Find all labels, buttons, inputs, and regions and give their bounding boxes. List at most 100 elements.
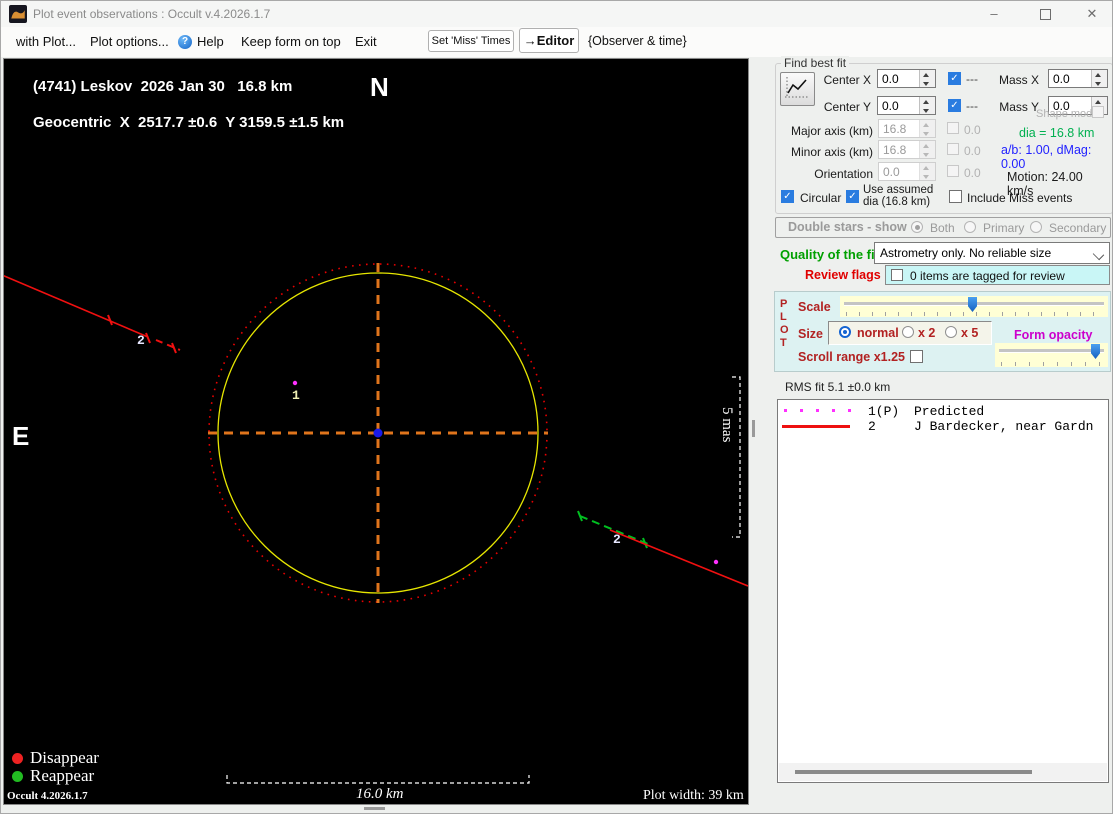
circular-label: Circular	[800, 191, 842, 205]
mass-x-value[interactable]: 0.0	[1049, 70, 1091, 87]
minor-axis-input: 16.8	[878, 140, 936, 159]
size-normal-radio[interactable]	[839, 326, 851, 338]
center-x-label: Center X	[823, 73, 871, 87]
editor-button[interactable]: →Editor	[519, 28, 579, 53]
version-watermark: Occult 4.2026.1.7	[7, 790, 88, 802]
predicted-dotted-line-icon	[784, 409, 852, 412]
chord2-right-label: 2	[613, 532, 621, 547]
maximize-icon	[1039, 9, 1051, 21]
center-y-checkbox[interactable]	[948, 99, 961, 112]
observation-name: Predicted	[914, 404, 985, 419]
menu-plot-options[interactable]: Plot options...	[90, 34, 169, 49]
observation-id: 1(P)	[868, 404, 900, 419]
size-x2-radio[interactable]	[902, 326, 914, 338]
center-y-label: Center Y	[823, 100, 871, 114]
title-bar: Plot event observations : Occult v.4.202…	[1, 1, 1112, 27]
observer-time-label: {Observer & time}	[588, 34, 687, 48]
plot-title-line1: (4741) Leskov 2026 Jan 30 16.8 km	[33, 78, 293, 96]
mas-scale-bracket	[732, 376, 741, 538]
mas-scale-label: 5 mas	[719, 407, 735, 443]
list-scrollbar-thumb[interactable]	[795, 770, 1032, 774]
chord2-left-tick2	[145, 332, 151, 344]
chord2-left-line	[4, 274, 149, 338]
observation-row-predicted[interactable]: 1(P) Predicted	[778, 404, 1108, 419]
predicted-point-2	[713, 559, 719, 565]
plot-letter-o: O	[780, 324, 789, 336]
rms-fit-label: RMS fit 5.1 ±0.0 km	[785, 380, 891, 394]
double-stars-both-radio	[911, 221, 923, 233]
km-scale-bracket	[226, 775, 530, 784]
list-horizontal-scrollbar[interactable]	[779, 763, 1107, 781]
observation-list[interactable]: 1(P) Predicted 2 J Bardecker, near Gardn	[777, 399, 1109, 783]
scroll-range-label: Scroll range x1.25	[798, 350, 906, 364]
center-x-checkbox[interactable]	[948, 72, 961, 85]
circular-checkbox[interactable]	[781, 190, 794, 203]
quality-combobox[interactable]: Astrometry only. No reliable size	[874, 242, 1110, 264]
minimize-button[interactable]: –	[972, 1, 1016, 27]
menu-with-plot[interactable]: with Plot...	[16, 34, 76, 49]
plot-width-label: Plot width: 39 km	[643, 788, 744, 803]
center-x-value[interactable]: 0.0	[878, 70, 919, 87]
size-x2-label[interactable]: x 2	[918, 326, 935, 340]
minor-axis-checkbox	[947, 143, 959, 155]
center-dot	[373, 428, 383, 438]
double-stars-label: Double stars - show	[788, 220, 907, 234]
form-opacity-label: Form opacity	[1014, 328, 1093, 342]
window-title: Plot event observations : Occult v.4.202…	[33, 7, 271, 21]
observation-name: J Bardecker, near Gardn	[914, 419, 1094, 434]
size-x5-label[interactable]: x 5	[961, 326, 978, 340]
mass-x-input[interactable]: 0.0	[1048, 69, 1108, 88]
menu-exit[interactable]: Exit	[355, 34, 377, 49]
plot-letter-t: T	[780, 337, 787, 349]
review-flags-field: 0 items are tagged for review	[885, 265, 1110, 285]
menu-help[interactable]: Help	[197, 34, 224, 49]
scroll-range-checkbox[interactable]	[910, 350, 923, 363]
plot-title-line2: Geocentric X 2517.7 ±0.6 Y 3159.5 ±1.5 k…	[33, 114, 345, 131]
menu-keep-on-top[interactable]: Keep form on top	[241, 34, 341, 49]
chord2-left-label: 2	[137, 333, 145, 348]
center-y-input[interactable]: 0.0	[877, 96, 936, 115]
center-y-spinner[interactable]	[919, 97, 935, 114]
form-opacity-slider-thumb[interactable]	[1091, 344, 1100, 359]
chord2-left-tick3	[171, 342, 177, 354]
scale-slider[interactable]	[840, 296, 1108, 317]
center-y-value[interactable]: 0.0	[878, 97, 919, 114]
km-scale-label: 16.0 km	[356, 786, 404, 802]
dia-readout: dia = 16.8 km	[1019, 126, 1095, 140]
menu-bar: with Plot... Plot options... ? Help Keep…	[1, 27, 1112, 57]
observation-row-bardecker[interactable]: 2 J Bardecker, near Gardn	[778, 419, 1108, 434]
chevron-down-icon	[1092, 248, 1105, 261]
plot-title: (4741) Leskov 2026 Jan 30 16.8 km Geocen…	[8, 60, 344, 150]
plot-horizontal-scroll-thumb[interactable]	[364, 807, 385, 810]
minor-axis-aux: 0.0	[964, 144, 981, 158]
center-x-input[interactable]: 0.0	[877, 69, 936, 88]
review-flags-label: Review flags	[805, 268, 881, 282]
mass-x-spinner[interactable]	[1091, 70, 1107, 87]
reappear-dot-icon	[12, 771, 23, 782]
minor-axis-label: Minor axis (km)	[790, 145, 873, 159]
form-opacity-slider[interactable]	[995, 343, 1108, 367]
minor-axis-spinner	[919, 141, 935, 158]
minor-axis-value: 16.8	[883, 143, 907, 157]
help-icon[interactable]: ?	[178, 35, 192, 49]
quality-label: Quality of the fit	[780, 247, 879, 262]
find-best-fit-label: Find best fit	[781, 56, 850, 70]
scale-slider-thumb[interactable]	[968, 297, 977, 312]
use-assumed-checkbox[interactable]	[846, 190, 859, 203]
north-label: N	[370, 72, 389, 102]
double-stars-primary-label: Primary	[983, 221, 1025, 235]
close-button[interactable]: ✕	[1070, 1, 1112, 27]
review-flags-checkbox[interactable]	[891, 269, 903, 281]
set-miss-times-button[interactable]: Set 'Miss' Times	[428, 30, 514, 52]
predicted-point-1	[292, 380, 298, 386]
plot-vertical-scroll-thumb[interactable]	[752, 420, 755, 437]
double-stars-secondary-radio	[1030, 221, 1042, 233]
maximize-button[interactable]	[1023, 1, 1067, 27]
major-axis-aux: 0.0	[964, 123, 981, 137]
size-normal-label[interactable]: normal	[857, 326, 899, 340]
size-x5-radio[interactable]	[945, 326, 957, 338]
center-x-spinner[interactable]	[919, 70, 935, 87]
plot-letter-p: P	[780, 298, 788, 310]
include-miss-checkbox[interactable]	[949, 190, 962, 203]
chord2-left-dashes	[155, 339, 181, 351]
